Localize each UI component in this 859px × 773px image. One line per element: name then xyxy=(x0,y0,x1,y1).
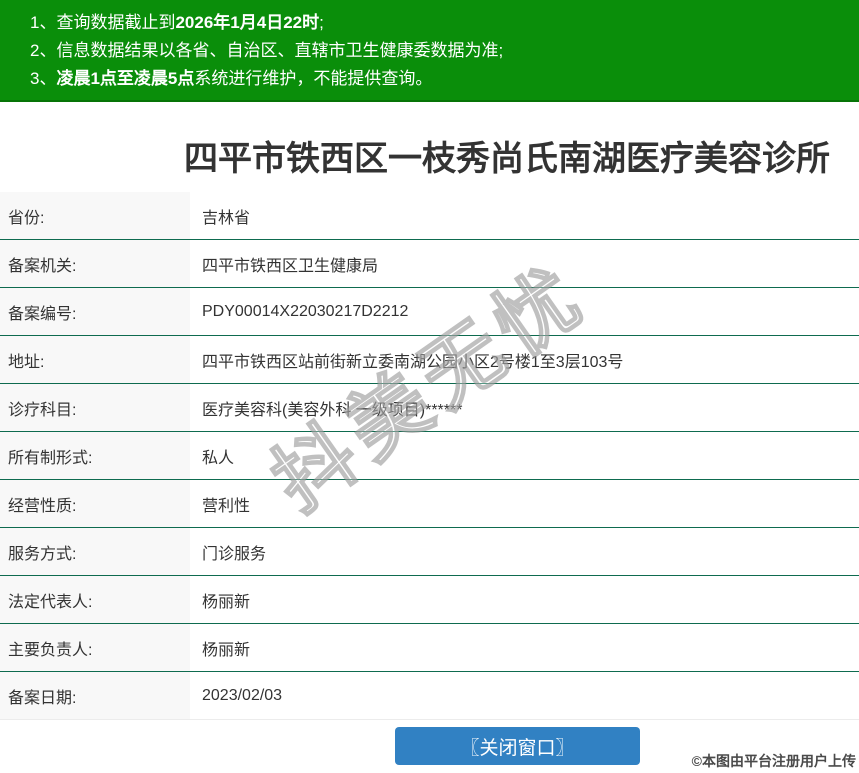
field-label: 省份: xyxy=(0,192,190,239)
field-value: 四平市铁西区卫生健康局 xyxy=(202,257,379,275)
field-label: 服务方式: xyxy=(0,528,190,575)
field-value: 私人 xyxy=(202,449,235,467)
notice-text: 1、查询数据截止到 xyxy=(30,13,176,32)
notice-bold-text: 2026年1月4日22时 xyxy=(175,13,320,32)
field-label: 备案编号: xyxy=(0,288,190,335)
registration-info-table: 省份: 吉林省 备案机关: 四平市铁西区卫生健康局 备案编号: PDY00014… xyxy=(0,192,859,720)
table-row-filing-authority: 备案机关: 四平市铁西区卫生健康局 xyxy=(0,240,859,288)
field-value: 吉林省 xyxy=(202,209,251,227)
table-row-legal-representative: 法定代表人: 杨丽新 xyxy=(0,576,859,624)
notice-item-1: 1、查询数据截止到2026年1月4日22时; xyxy=(30,9,849,37)
close-window-button[interactable]: 〖关闭窗口〗 xyxy=(395,727,640,765)
notice-text: ; xyxy=(319,13,324,32)
field-value: PDY00014X22030217D2212 xyxy=(202,302,409,320)
field-value: 医疗美容科(美容外科 一级项目)****** xyxy=(202,401,463,419)
table-row-main-person-in-charge: 主要负责人: 杨丽新 xyxy=(0,624,859,672)
field-value: 2023/02/03 xyxy=(202,686,283,704)
table-row-filing-date: 备案日期: 2023/02/03 xyxy=(0,672,859,720)
field-label: 诊疗科目: xyxy=(0,384,190,431)
notice-text: 系统进行维护，不能提供查询。 xyxy=(194,69,433,88)
notice-item-2: 2、信息数据结果以各省、自治区、直辖市卫生健康委数据为准; xyxy=(30,37,849,65)
table-row-treatment-subjects: 诊疗科目: 医疗美容科(美容外科 一级项目)****** xyxy=(0,384,859,432)
field-value: 四平市铁西区站前街新立委南湖公园小区2号楼1至3层103号 xyxy=(202,353,624,371)
notice-banner: 1、查询数据截止到2026年1月4日22时; 2、信息数据结果以各省、自治区、直… xyxy=(0,0,859,102)
credit-watermark: ©本图由平台注册用户上传 xyxy=(691,753,856,769)
page-title: 四平市铁西区一枝秀尚氏南湖医疗美容诊所 xyxy=(184,140,830,178)
field-value: 杨丽新 xyxy=(202,641,251,659)
notice-item-3: 3、凌晨1点至凌晨5点系统进行维护，不能提供查询。 xyxy=(30,65,849,93)
notice-text: 2、信息数据结果以各省、自治区、直辖市卫生健康委数据为准; xyxy=(30,41,504,60)
table-row-address: 地址: 四平市铁西区站前街新立委南湖公园小区2号楼1至3层103号 xyxy=(0,336,859,384)
field-label: 地址: xyxy=(0,336,190,383)
field-value: 门诊服务 xyxy=(202,545,267,563)
field-label: 备案机关: xyxy=(0,240,190,287)
table-row-ownership-form: 所有制形式: 私人 xyxy=(0,432,859,480)
table-row-province: 省份: 吉林省 xyxy=(0,192,859,240)
field-value: 杨丽新 xyxy=(202,593,251,611)
table-row-business-nature: 经营性质: 营利性 xyxy=(0,480,859,528)
field-label: 法定代表人: xyxy=(0,576,190,623)
field-value: 营利性 xyxy=(202,497,251,515)
field-label: 所有制形式: xyxy=(0,432,190,479)
field-label: 主要负责人: xyxy=(0,624,190,671)
notice-text: 3、 xyxy=(30,69,57,88)
table-row-filing-number: 备案编号: PDY00014X22030217D2212 xyxy=(0,288,859,336)
field-label: 经营性质: xyxy=(0,480,190,527)
field-label: 备案日期: xyxy=(0,672,190,719)
notice-bold-text: 凌晨1点至凌晨5点 xyxy=(56,69,195,88)
table-row-service-mode: 服务方式: 门诊服务 xyxy=(0,528,859,576)
